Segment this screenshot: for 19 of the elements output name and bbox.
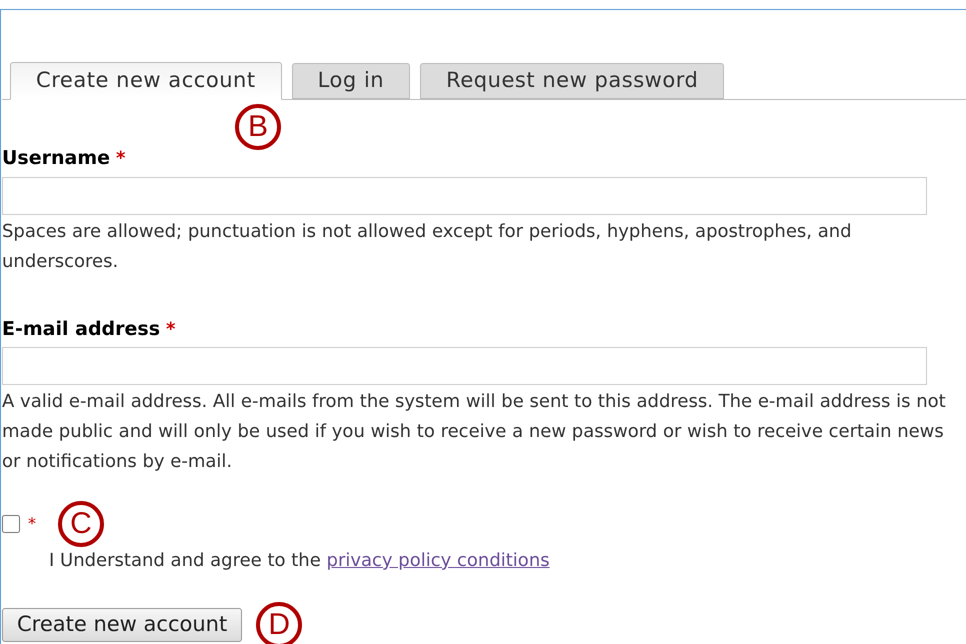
agreement-text: I Understand and agree to the privacy policy conditions bbox=[49, 549, 551, 573]
required-mark: * bbox=[28, 513, 36, 535]
create-account-button[interactable]: Create new account bbox=[2, 608, 242, 642]
tab[interactable]: Log in bbox=[292, 63, 410, 99]
input-field[interactable] bbox=[2, 176, 927, 214]
input-field[interactable] bbox=[2, 347, 927, 385]
callout-marker: C bbox=[58, 501, 104, 547]
field-description: Spaces are allowed; punctuation is not allowed except for periods, hyphens, apostrophes, and underscores. bbox=[2, 220, 853, 274]
field-label: Username bbox=[2, 146, 110, 171]
checkbox[interactable] bbox=[2, 515, 20, 533]
field-description: A valid e-mail address. All e-mails from the system will be sent to this address. The e-mail address is not made public and will only be used if you wish to receive a new password or wish to receive certain news or notifications by e-mail. bbox=[2, 390, 947, 474]
callout-marker: D bbox=[256, 602, 302, 644]
tab[interactable]: Create new account bbox=[10, 62, 282, 100]
required-mark: * bbox=[166, 318, 176, 342]
privacy-link[interactable]: privacy policy conditions bbox=[326, 550, 550, 571]
callout-marker: B bbox=[235, 104, 281, 150]
required-mark: * bbox=[116, 147, 126, 171]
field-label: E-mail address bbox=[2, 316, 160, 342]
tab[interactable]: Request new password bbox=[420, 63, 724, 99]
